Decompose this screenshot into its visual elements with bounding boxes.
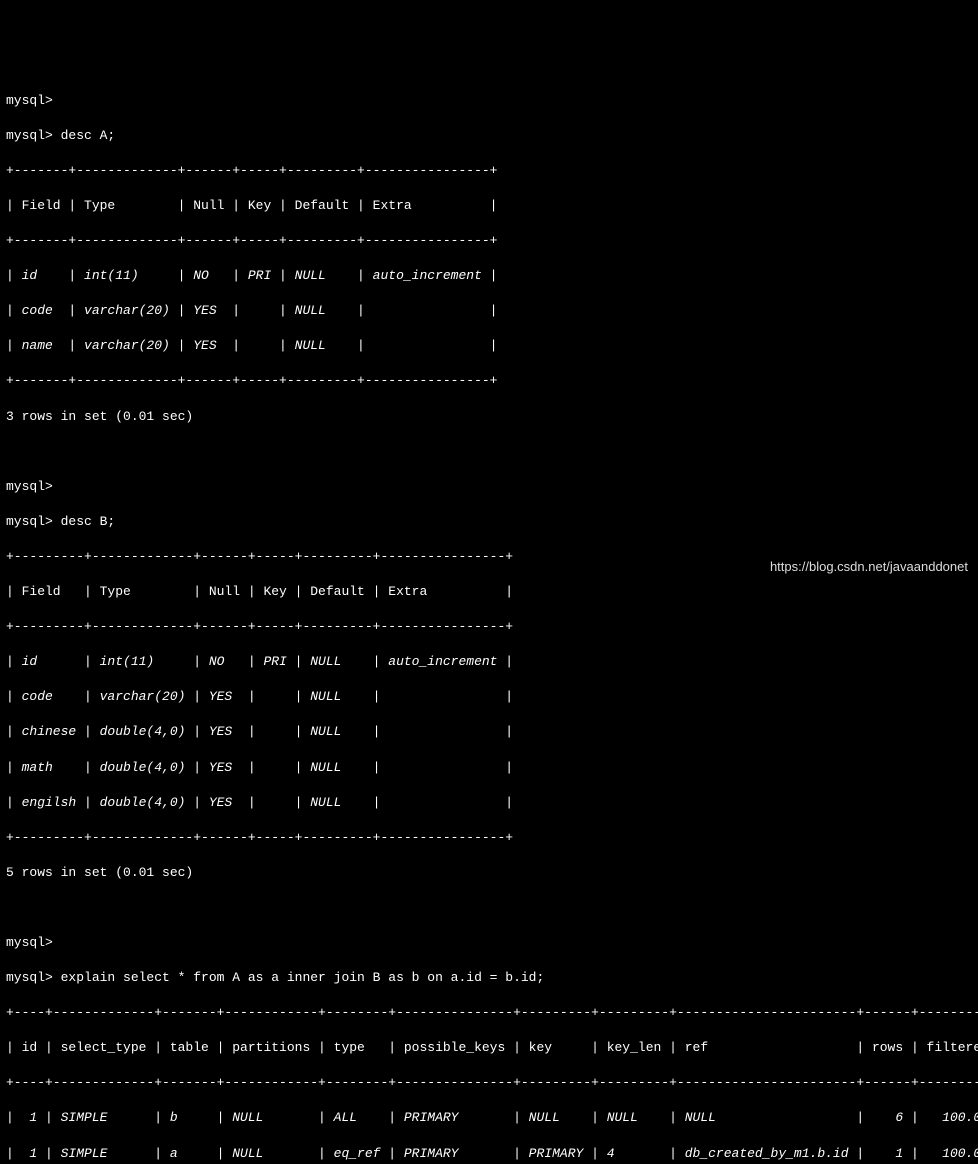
command-desc-b: mysql> desc B; bbox=[6, 513, 972, 531]
table-a-footer: 3 rows in set (0.01 sec) bbox=[6, 408, 972, 426]
table-row: | id | int(11) | NO | PRI | NULL | auto_… bbox=[6, 653, 972, 671]
command-explain: mysql> explain select * from A as a inne… bbox=[6, 969, 972, 987]
table-row: | 1 | SIMPLE | b | NULL | ALL | PRIMARY … bbox=[6, 1109, 972, 1127]
table-explain-border-top: +----+-------------+-------+------------… bbox=[6, 1004, 972, 1022]
prompt-line: mysql> bbox=[6, 478, 972, 496]
table-row: | 1 | SIMPLE | a | NULL | eq_ref | PRIMA… bbox=[6, 1145, 972, 1163]
table-a-header: | Field | Type | Null | Key | Default | … bbox=[6, 197, 972, 215]
table-row: | code | varchar(20) | YES | | NULL | | bbox=[6, 688, 972, 706]
table-b-border-mid: +---------+-------------+------+-----+--… bbox=[6, 618, 972, 636]
table-row: | name | varchar(20) | YES | | NULL | | bbox=[6, 337, 972, 355]
table-row: | id | int(11) | NO | PRI | NULL | auto_… bbox=[6, 267, 972, 285]
table-a-border-top: +-------+-------------+------+-----+----… bbox=[6, 162, 972, 180]
table-row: | engilsh | double(4,0) | YES | | NULL |… bbox=[6, 794, 972, 812]
table-b-footer: 5 rows in set (0.01 sec) bbox=[6, 864, 972, 882]
command-desc-a: mysql> desc A; bbox=[6, 127, 972, 145]
blank-line bbox=[6, 899, 972, 917]
watermark-text: https://blog.csdn.net/javaanddonet bbox=[770, 558, 968, 576]
prompt-line: mysql> bbox=[6, 934, 972, 952]
prompt-line: mysql> bbox=[6, 92, 972, 110]
table-a-border-bot: +-------+-------------+------+-----+----… bbox=[6, 372, 972, 390]
table-explain-header: | id | select_type | table | partitions … bbox=[6, 1039, 972, 1057]
table-row: | chinese | double(4,0) | YES | | NULL |… bbox=[6, 723, 972, 741]
table-row: | math | double(4,0) | YES | | NULL | | bbox=[6, 759, 972, 777]
table-row: | code | varchar(20) | YES | | NULL | | bbox=[6, 302, 972, 320]
blank-line bbox=[6, 443, 972, 461]
table-a-border-mid: +-------+-------------+------+-----+----… bbox=[6, 232, 972, 250]
table-b-border-bot: +---------+-------------+------+-----+--… bbox=[6, 829, 972, 847]
table-b-header: | Field | Type | Null | Key | Default | … bbox=[6, 583, 972, 601]
terminal-output: mysql> mysql> desc A; +-------+---------… bbox=[6, 74, 972, 1164]
table-explain-border-mid: +----+-------------+-------+------------… bbox=[6, 1074, 972, 1092]
